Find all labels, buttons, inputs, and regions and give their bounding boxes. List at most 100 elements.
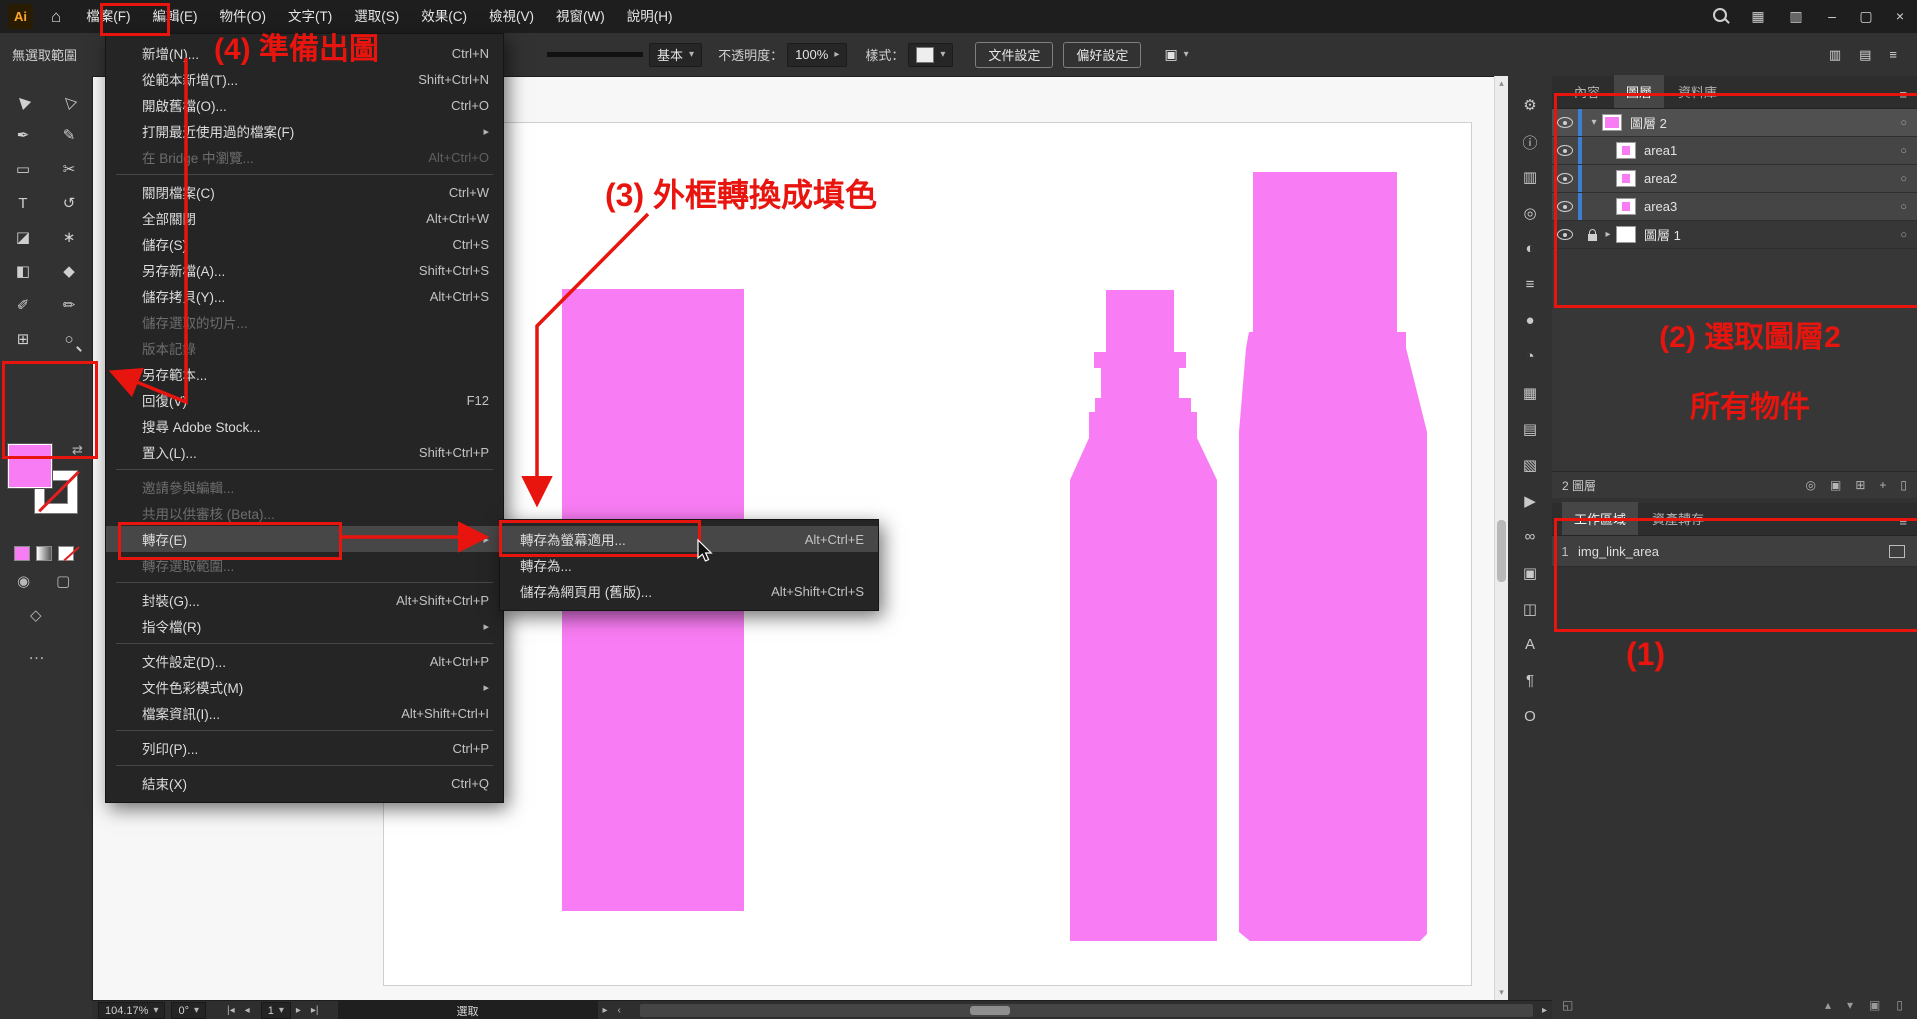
collect-icon[interactable]: ▣ bbox=[1869, 998, 1880, 1012]
arrange-icon[interactable]: ▥ bbox=[1829, 47, 1841, 63]
target-icon[interactable]: ○ bbox=[1900, 229, 1907, 241]
resize-icon[interactable]: ◱ bbox=[1562, 998, 1573, 1012]
rotation-select[interactable]: 0°▾ bbox=[171, 1002, 206, 1019]
zoom-select[interactable]: 104.17%▾ bbox=[98, 1002, 165, 1019]
menu-item-6[interactable]: 關閉檔案(C)Ctrl+W bbox=[106, 179, 503, 205]
menu-item-3[interactable]: 打開最近使用過的檔案(F)▸ bbox=[106, 118, 503, 144]
stroke-style-select[interactable]: 基本▾ bbox=[649, 43, 702, 67]
gradient-icon[interactable]: ◐ bbox=[1507, 240, 1553, 257]
layer-row-0[interactable]: ▾圖層 2○ bbox=[1552, 109, 1917, 137]
artboard-number-select[interactable]: 1▾ bbox=[261, 1002, 291, 1019]
home-icon[interactable]: ⌂ bbox=[51, 7, 61, 27]
panel-dock-icon[interactable]: ▤ bbox=[1859, 47, 1871, 63]
swatches-icon[interactable]: ▦ bbox=[1507, 384, 1553, 402]
tab-工作區域[interactable]: 工作區域 bbox=[1562, 502, 1638, 535]
selection-tool-icon[interactable]: ▶ bbox=[7, 86, 38, 117]
style-select[interactable]: ▾ bbox=[908, 43, 953, 67]
actions-icon[interactable]: ▶ bbox=[1507, 492, 1553, 510]
lock-icon[interactable] bbox=[1588, 234, 1597, 241]
trash-icon[interactable]: ▯ bbox=[1896, 998, 1903, 1012]
menu-item-14[interactable]: 回復(V)F12 bbox=[106, 387, 503, 413]
artboards-icon[interactable]: ▧ bbox=[1507, 456, 1553, 474]
snap-options[interactable]: ▣▾ bbox=[1157, 44, 1195, 66]
menu-item-2[interactable]: 開啟舊檔(O)...Ctrl+O bbox=[106, 92, 503, 118]
target-icon[interactable]: ○ bbox=[1900, 173, 1907, 185]
tab-圖層[interactable]: 圖層 bbox=[1614, 75, 1664, 108]
mask-icon[interactable]: ▣ bbox=[1830, 478, 1841, 492]
pen-tool-icon[interactable]: ✒ bbox=[11, 126, 35, 146]
tab-資產轉存[interactable]: 資產轉存 bbox=[1640, 502, 1716, 535]
layer-row-1[interactable]: area1○ bbox=[1552, 137, 1917, 165]
scissors-tool-icon[interactable]: ✂ bbox=[57, 160, 81, 180]
align-icon[interactable]: ≡ bbox=[1507, 276, 1553, 293]
menu-item-0[interactable]: 新增(N)...Ctrl+N bbox=[106, 40, 503, 66]
draw-mode-icon[interactable]: ◉ bbox=[17, 572, 30, 590]
color-guide-icon[interactable]: ◔ bbox=[1507, 348, 1553, 365]
menu-item-30[interactable]: 列印(P)...Ctrl+P bbox=[106, 735, 503, 761]
swap-fill-stroke-icon[interactable]: ⇄ bbox=[72, 442, 83, 458]
target-icon[interactable]: ○ bbox=[1900, 117, 1907, 129]
graph-icon[interactable]: ▥ bbox=[1507, 168, 1553, 186]
minimize-button[interactable]: – bbox=[1815, 0, 1849, 33]
document-setup-button[interactable]: 文件設定 bbox=[975, 42, 1053, 68]
horizontal-scrollbar[interactable] bbox=[640, 1004, 1533, 1017]
new-sublayer-icon[interactable]: ⊞ bbox=[1855, 478, 1865, 492]
menubar-item-1[interactable]: 編輯(E) bbox=[142, 0, 209, 33]
vertical-scroll-thumb[interactable] bbox=[1497, 520, 1506, 582]
menubar-item-0[interactable]: 檔案(F) bbox=[75, 0, 141, 33]
adjust-icon[interactable]: ⚙ bbox=[1507, 96, 1553, 114]
tab-內容[interactable]: 內容 bbox=[1562, 75, 1612, 108]
status-play-icon[interactable]: ▸ bbox=[598, 1005, 613, 1016]
menu-item-27[interactable]: 文件色彩模式(M)▸ bbox=[106, 674, 503, 700]
menubar-item-2[interactable]: 物件(O) bbox=[209, 0, 278, 33]
menubar-item-5[interactable]: 效果(C) bbox=[410, 0, 478, 33]
new-layer-icon[interactable]: + bbox=[1879, 478, 1886, 492]
menu-item-8[interactable]: 儲存(S)Ctrl+S bbox=[106, 231, 503, 257]
opacity-icon[interactable]: O bbox=[1507, 708, 1553, 725]
type-tool-icon[interactable]: T bbox=[11, 194, 35, 214]
delete-layer-icon[interactable]: ▯ bbox=[1900, 478, 1907, 492]
move-down-icon[interactable]: ▾ bbox=[1847, 998, 1853, 1012]
preferences-button[interactable]: 偏好設定 bbox=[1063, 42, 1141, 68]
asset-export-icon[interactable]: ▣ bbox=[1507, 564, 1553, 582]
layer-row-2[interactable]: area2○ bbox=[1552, 165, 1917, 193]
visibility-toggle[interactable] bbox=[1552, 201, 1578, 212]
more-tools-icon[interactable]: … bbox=[28, 644, 45, 664]
artboard-tool-icon[interactable]: ⊞ bbox=[11, 330, 35, 350]
illustrator-logo[interactable]: Ai bbox=[8, 4, 33, 29]
menu-item-9[interactable]: 另存新檔(A)...Shift+Ctrl+S bbox=[106, 257, 503, 283]
layer-row-4[interactable]: ▸圖層 1○ bbox=[1552, 221, 1917, 249]
expand-icon[interactable]: ▾ bbox=[1586, 117, 1602, 128]
layer-row-3[interactable]: area3○ bbox=[1552, 193, 1917, 221]
direct-selection-tool-icon[interactable]: ▷ bbox=[53, 86, 84, 117]
hamburger-icon[interactable]: ≡ bbox=[1889, 47, 1897, 63]
shape-widget-icon[interactable]: ◇ bbox=[30, 606, 42, 624]
screen-mode-icon[interactable]: ▢ bbox=[56, 572, 70, 590]
close-button[interactable]: × bbox=[1883, 0, 1917, 33]
vertical-scrollbar[interactable]: ▴ ▾ bbox=[1494, 76, 1508, 1000]
menu-item-24[interactable]: 指令檔(R)▸ bbox=[106, 613, 503, 639]
scroll-right-icon[interactable]: ▸ bbox=[1537, 1005, 1552, 1016]
shape-builder-tool-icon[interactable]: ◧ bbox=[11, 262, 35, 282]
pencil-tool-icon[interactable]: ✏ bbox=[57, 296, 81, 316]
workspace-switcher-icon[interactable]: ▦ bbox=[1739, 0, 1777, 33]
visibility-toggle[interactable] bbox=[1552, 229, 1578, 240]
panel-menu-icon[interactable]: ≡ bbox=[1899, 514, 1907, 535]
target-icon[interactable]: ○ bbox=[1900, 201, 1907, 213]
menubar-item-6[interactable]: 檢視(V) bbox=[478, 0, 545, 33]
scroll-down-icon[interactable]: ▾ bbox=[1495, 987, 1508, 998]
menu-item-32[interactable]: 結束(X)Ctrl+Q bbox=[106, 770, 503, 796]
color-icon[interactable]: ● bbox=[1507, 312, 1553, 329]
paintbrush-tool-icon[interactable]: ✐ bbox=[11, 296, 35, 316]
magic-wand-tool-icon[interactable]: ∗ bbox=[57, 228, 81, 248]
appearance-icon[interactable]: ▤ bbox=[1507, 420, 1553, 438]
last-artboard-icon[interactable]: ▸| bbox=[306, 1005, 324, 1016]
artboard-row-0[interactable]: 1img_link_area bbox=[1552, 536, 1917, 567]
rotate-tool-icon[interactable]: ↺ bbox=[57, 194, 81, 214]
curvature-tool-icon[interactable]: ✎ bbox=[57, 126, 81, 146]
menu-item-28[interactable]: 檔案資訊(I)...Alt+Shift+Ctrl+I bbox=[106, 700, 503, 726]
move-up-icon[interactable]: ▴ bbox=[1825, 998, 1831, 1012]
target-icon[interactable]: ○ bbox=[1900, 145, 1907, 157]
menu-item-2[interactable]: 儲存為網頁用 (舊版)...Alt+Shift+Ctrl+S bbox=[500, 578, 878, 604]
locate-icon[interactable]: ◎ bbox=[1805, 478, 1815, 492]
